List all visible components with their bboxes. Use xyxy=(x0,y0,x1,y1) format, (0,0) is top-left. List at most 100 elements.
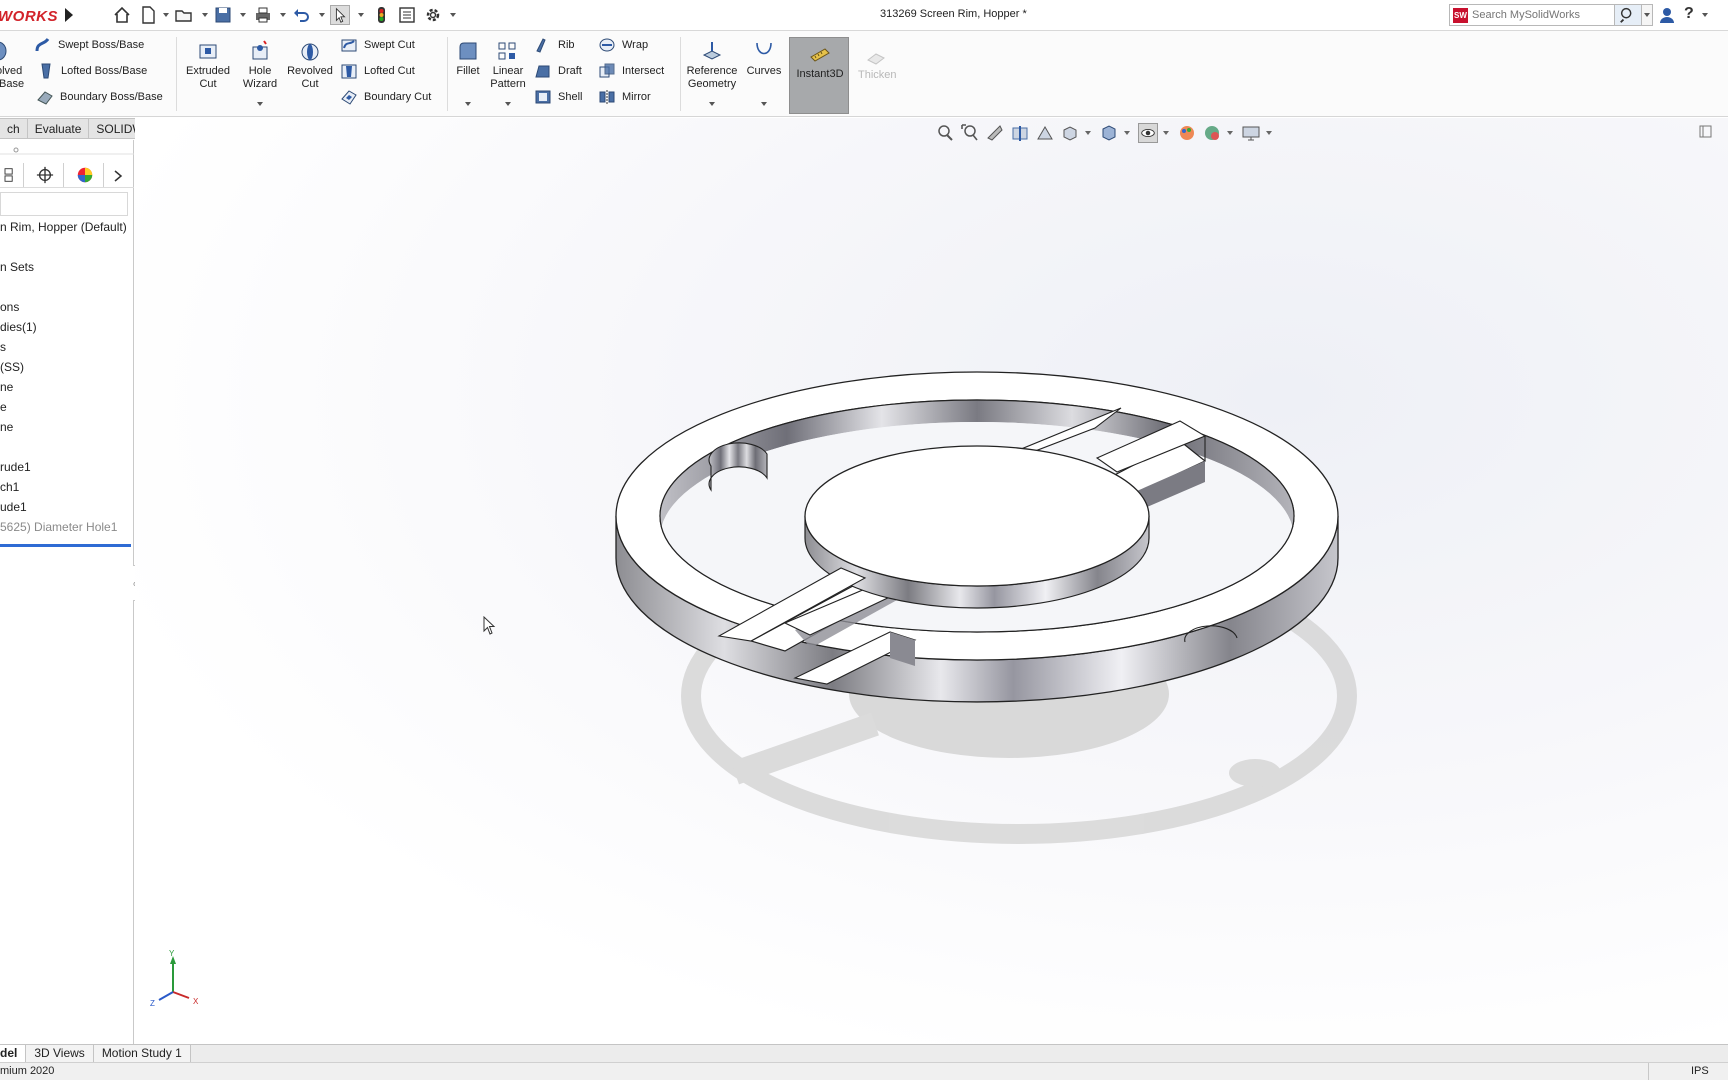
ribbon-separator xyxy=(680,37,681,111)
new-dropdown-arrow-icon[interactable] xyxy=(163,13,169,17)
linear-pattern-dropdown-arrow-icon[interactable] xyxy=(505,102,511,106)
shell-button[interactable]: Shell xyxy=(534,86,582,108)
feature-manager-tabs xyxy=(0,162,134,188)
boundary-cut-button[interactable]: Boundary Cut xyxy=(340,86,431,108)
swept-boss-base-button[interactable]: Swept Boss/Base xyxy=(34,34,144,56)
rebuild-traffic-light-icon[interactable] xyxy=(371,5,391,25)
open-dropdown-arrow-icon[interactable] xyxy=(202,13,208,17)
document-title: 313269 Screen Rim, Hopper * xyxy=(880,8,1027,20)
intersect-button[interactable]: Intersect xyxy=(598,60,664,82)
hole-wizard-dropdown-arrow-icon[interactable] xyxy=(257,102,263,106)
tab-model[interactable]: del xyxy=(0,1045,27,1062)
tree-item[interactable]: 5625) Diameter Hole1 xyxy=(0,520,117,534)
draft-icon xyxy=(535,65,550,78)
boundary-boss-label: Boundary Boss/Base xyxy=(60,91,163,103)
tree-item[interactable]: dies(1) xyxy=(0,320,37,334)
appearance-pie-icon xyxy=(77,167,92,183)
search-input[interactable] xyxy=(1472,7,1584,23)
fillet-label: Fillet xyxy=(456,65,480,77)
reference-geometry-label: Reference Geometry xyxy=(686,65,738,90)
model-view-tabs: del 3D Views Motion Study 1 xyxy=(0,1044,1728,1062)
search-button[interactable] xyxy=(1614,4,1642,26)
tree-item[interactable]: ne xyxy=(0,380,13,394)
tree-item[interactable]: (SS) xyxy=(0,360,24,374)
linear-pattern-label: Linear Pattern xyxy=(490,65,526,90)
options-dropdown-arrow-icon[interactable] xyxy=(450,13,456,17)
rib-button[interactable]: Rib xyxy=(534,34,575,56)
select-cursor-icon[interactable] xyxy=(330,5,350,25)
tree-item[interactable]: ch1 xyxy=(0,480,19,494)
curves-button[interactable]: Curves xyxy=(744,39,784,78)
search-box[interactable]: SW xyxy=(1449,4,1619,26)
solidworks-logo[interactable]: WORKS xyxy=(0,8,58,25)
open-folder-icon[interactable] xyxy=(174,5,194,25)
save-icon[interactable] xyxy=(213,5,233,25)
help-icon[interactable]: ? xyxy=(1684,5,1694,23)
shell-label: Shell xyxy=(558,91,583,103)
revolved-cut-button[interactable]: Revolved Cut xyxy=(286,39,334,91)
swept-cut-button[interactable]: Swept Cut xyxy=(340,34,415,56)
instant3d-button[interactable]: Instant3D xyxy=(789,37,849,114)
tree-item[interactable]: rude1 xyxy=(0,460,31,474)
options-gear-icon[interactable] xyxy=(423,5,443,25)
reference-geometry-button[interactable]: Reference Geometry xyxy=(684,39,740,91)
wrap-button[interactable]: Wrap xyxy=(598,34,648,56)
extruded-cut-button[interactable]: Extruded Cut xyxy=(182,39,234,91)
tree-item[interactable]: n Sets xyxy=(0,260,34,274)
fillet-button[interactable]: Fillet xyxy=(452,39,484,78)
triad-z-label: Z xyxy=(150,999,155,1008)
undo-dropdown-arrow-icon[interactable] xyxy=(319,13,325,17)
chevron-right-icon[interactable] xyxy=(113,169,123,183)
feature-tree-filter[interactable] xyxy=(0,192,128,216)
print-dropdown-arrow-icon[interactable] xyxy=(280,13,286,17)
fillet-dropdown-arrow-icon[interactable] xyxy=(465,102,471,106)
screen-rim-3d-model[interactable] xyxy=(135,118,1728,1044)
tab-3d-views[interactable]: 3D Views xyxy=(26,1045,94,1062)
thicken-button[interactable]: Thicken xyxy=(858,69,897,81)
reference-geometry-dropdown-arrow-icon[interactable] xyxy=(709,102,715,106)
new-document-icon[interactable] xyxy=(138,5,158,25)
tab-sketch[interactable]: ch xyxy=(0,118,28,139)
tree-item[interactable]: e xyxy=(0,400,7,414)
linear-pattern-icon xyxy=(498,42,516,60)
tree-item[interactable]: ons xyxy=(0,300,19,314)
curves-dropdown-arrow-icon[interactable] xyxy=(761,102,767,106)
appearance-manager-tab[interactable] xyxy=(66,163,104,187)
boundary-boss-base-button[interactable]: Boundary Boss/Base xyxy=(36,86,163,108)
lofted-cut-button[interactable]: Lofted Cut xyxy=(340,60,415,82)
help-dropdown-arrow-icon[interactable] xyxy=(1702,13,1708,17)
expand-menu-arrow-icon[interactable] xyxy=(62,6,76,24)
unit-system-selector[interactable]: IPS xyxy=(1648,1063,1709,1080)
graphics-viewport[interactable]: Y Z X xyxy=(135,118,1728,1044)
revolved-boss-base-button[interactable]: olved /Base xyxy=(0,39,30,91)
linear-pattern-button[interactable]: Linear Pattern xyxy=(488,39,528,91)
hole-wizard-button[interactable]: Hole Wizard xyxy=(238,39,282,91)
user-account-icon[interactable] xyxy=(1658,6,1676,24)
save-dropdown-arrow-icon[interactable] xyxy=(240,13,246,17)
tree-item[interactable]: ne xyxy=(0,420,13,434)
file-properties-icon[interactable] xyxy=(397,5,417,25)
panel-splitter[interactable] xyxy=(0,144,134,155)
reference-triad: Y Z X xyxy=(150,950,199,1008)
tree-item[interactable]: s xyxy=(0,340,6,354)
tab-motion-study-1[interactable]: Motion Study 1 xyxy=(93,1045,191,1062)
property-manager-tab[interactable] xyxy=(0,163,24,187)
search-options-dropdown[interactable] xyxy=(1642,4,1653,26)
reference-geometry-icon xyxy=(702,42,722,60)
lofted-boss-icon xyxy=(41,63,51,79)
tree-item[interactable]: ude1 xyxy=(0,500,27,514)
home-icon[interactable] xyxy=(112,5,132,25)
tree-item-part[interactable]: n Rim, Hopper (Default) xyxy=(0,220,127,234)
print-icon[interactable] xyxy=(253,5,273,25)
draft-button[interactable]: Draft xyxy=(534,60,582,82)
rollback-bar[interactable] xyxy=(0,544,131,547)
configuration-manager-tab[interactable] xyxy=(26,163,64,187)
tab-evaluate[interactable]: Evaluate xyxy=(27,118,90,139)
center-hub-top-face xyxy=(804,445,1150,587)
lofted-boss-base-button[interactable]: Lofted Boss/Base xyxy=(37,60,147,82)
mirror-button[interactable]: Mirror xyxy=(598,86,651,108)
undo-icon[interactable] xyxy=(292,5,312,25)
select-dropdown-arrow-icon[interactable] xyxy=(358,13,364,17)
instant3d-ruler-icon xyxy=(810,48,830,62)
lofted-boss-label: Lofted Boss/Base xyxy=(61,65,148,77)
